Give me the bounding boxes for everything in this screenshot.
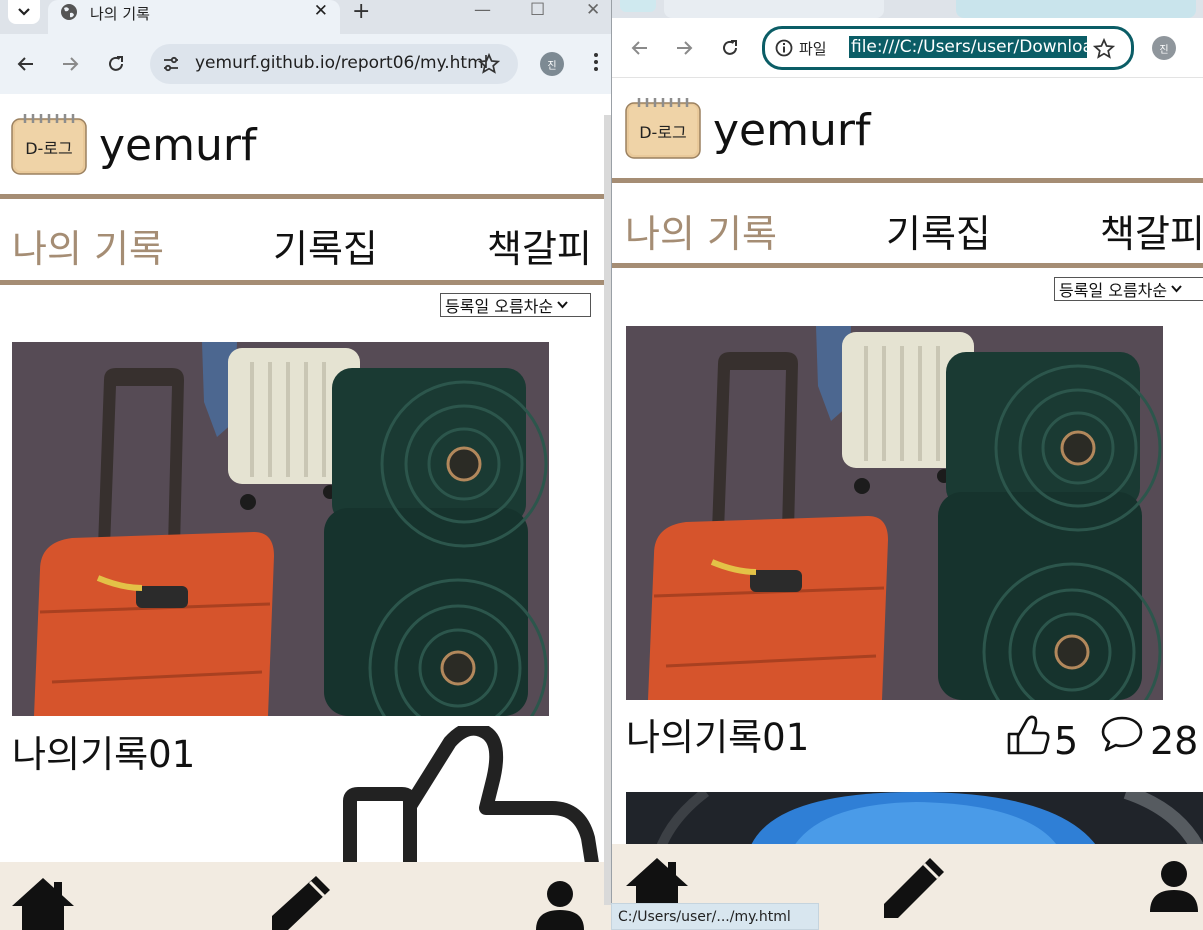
like-count: 5 (1054, 719, 1079, 763)
post-photo-luggage[interactable] (626, 326, 1163, 700)
home-icon[interactable] (10, 874, 76, 930)
logo-text: D-로그 (25, 139, 73, 158)
browser-window-right: 파일 file:///C:/Users/user/Downloac 진 D-로그… (611, 0, 1203, 930)
post-title[interactable]: 나의기록01 (626, 707, 809, 761)
new-tab-button[interactable]: + (352, 0, 370, 24)
arrow-left-icon (631, 41, 647, 55)
profile-avatar[interactable]: 진 (1152, 36, 1176, 60)
bookmark-star-icon[interactable] (1093, 38, 1115, 60)
minimize-button[interactable]: — (474, 0, 491, 20)
url-text: yemurf.github.io/report06/my.html (195, 53, 489, 73)
nav-bookmark[interactable]: 책갈피 (487, 218, 592, 273)
home-icon[interactable] (624, 856, 690, 906)
inactive-tab[interactable] (956, 0, 1196, 18)
user-icon[interactable] (1148, 860, 1200, 912)
info-icon[interactable] (775, 39, 793, 57)
tab-strip: 나의 기록 ✕ + — ☐ ✕ (0, 0, 612, 34)
menu-icon[interactable] (594, 53, 598, 71)
toolbar: yemurf.github.io/report06/my.html 진 (0, 34, 612, 94)
forward-button[interactable] (56, 50, 84, 78)
active-tab[interactable]: 나의 기록 ✕ (48, 0, 340, 34)
back-button[interactable] (12, 50, 40, 78)
reload-icon (723, 40, 737, 55)
nav-my-records[interactable]: 나의 기록 (625, 203, 777, 258)
tab-title: 나의 기록 (90, 5, 150, 23)
nav-top-rule (612, 178, 1203, 183)
address-bar[interactable]: 파일 file:///C:/Users/user/Downloac (762, 26, 1134, 70)
sort-select-value: 등록일 오름차순 (445, 297, 554, 316)
site-name[interactable]: yemurf (99, 120, 256, 171)
site-name[interactable]: yemurf (713, 105, 870, 156)
url-text-selected[interactable]: file:///C:/Users/user/Downloac (849, 36, 1087, 58)
site-settings-icon[interactable] (162, 55, 180, 73)
tab-search-button[interactable] (8, 0, 40, 24)
chevron-down-icon (1171, 285, 1182, 293)
dlog-logo[interactable]: D-로그 (625, 95, 701, 159)
globe-icon (61, 4, 77, 20)
web-page: D-로그 yemurf 나의 기록 기록집 책갈피 등록일 오름차순 나의기록0… (612, 79, 1203, 930)
pencil-icon[interactable] (268, 874, 334, 930)
inactive-tab[interactable] (664, 0, 884, 18)
reload-icon (109, 56, 123, 71)
thumbs-up-icon[interactable] (340, 726, 600, 876)
nav-bottom-rule (612, 263, 1203, 268)
nav-collection[interactable]: 기록집 (886, 203, 991, 258)
sort-select[interactable]: 등록일 오름차순 (1054, 277, 1203, 301)
arrow-left-icon (17, 57, 33, 71)
dlog-logo[interactable]: D-로그 (11, 111, 87, 175)
logo-text: D-로그 (639, 123, 687, 142)
thumbs-up-icon[interactable] (1006, 715, 1050, 755)
nav-bookmark[interactable]: 책갈피 (1100, 203, 1203, 258)
nav-collection[interactable]: 기록집 (273, 218, 378, 273)
close-tab-icon[interactable]: ✕ (314, 1, 328, 21)
address-bar[interactable]: yemurf.github.io/report06/my.html (150, 44, 518, 84)
post-photo-luggage[interactable] (12, 342, 549, 716)
web-page: D-로그 yemurf 나의 기록 기록집 책갈피 등록일 오름차순 나의기록0… (0, 94, 612, 930)
profile-avatar[interactable]: 진 (540, 52, 564, 76)
screen: 나의 기록 ✕ + — ☐ ✕ yemurf.github.io/report0… (0, 0, 1203, 930)
nav-top-rule (0, 194, 612, 199)
site-info-label[interactable]: 파일 (799, 38, 827, 59)
sort-select-value: 등록일 오름차순 (1059, 281, 1168, 300)
sort-select[interactable]: 등록일 오름차순 (440, 293, 591, 317)
reload-button[interactable] (716, 34, 744, 62)
link-status-bubble: C:/Users/user/.../my.html (611, 903, 819, 930)
comment-icon[interactable] (1100, 715, 1144, 753)
user-icon[interactable] (534, 880, 586, 930)
tab-strip (612, 0, 1203, 18)
chevron-down-icon (557, 301, 568, 309)
close-window-button[interactable]: ✕ (586, 0, 600, 20)
status-url: C:/Users/user/.../my.html (618, 909, 791, 925)
bookmark-star-icon[interactable] (478, 53, 500, 75)
forward-button[interactable] (670, 34, 698, 62)
nav-bottom-rule (0, 280, 612, 285)
browser-window-left: 나의 기록 ✕ + — ☐ ✕ yemurf.github.io/report0… (0, 0, 612, 930)
toolbar: 파일 file:///C:/Users/user/Downloac 진 (612, 18, 1203, 78)
bottom-nav-bar (0, 862, 612, 930)
arrow-right-icon (677, 41, 693, 55)
post-title[interactable]: 나의기록01 (12, 724, 195, 778)
tab-search-button[interactable] (620, 0, 656, 12)
nav-my-records[interactable]: 나의 기록 (12, 218, 164, 273)
arrow-right-icon (63, 57, 79, 71)
back-button[interactable] (626, 34, 654, 62)
reload-button[interactable] (102, 50, 130, 78)
maximize-button[interactable]: ☐ (530, 0, 545, 20)
comment-count: 28 (1150, 719, 1199, 763)
chevron-down-icon (18, 8, 30, 16)
pencil-icon[interactable] (882, 856, 948, 918)
